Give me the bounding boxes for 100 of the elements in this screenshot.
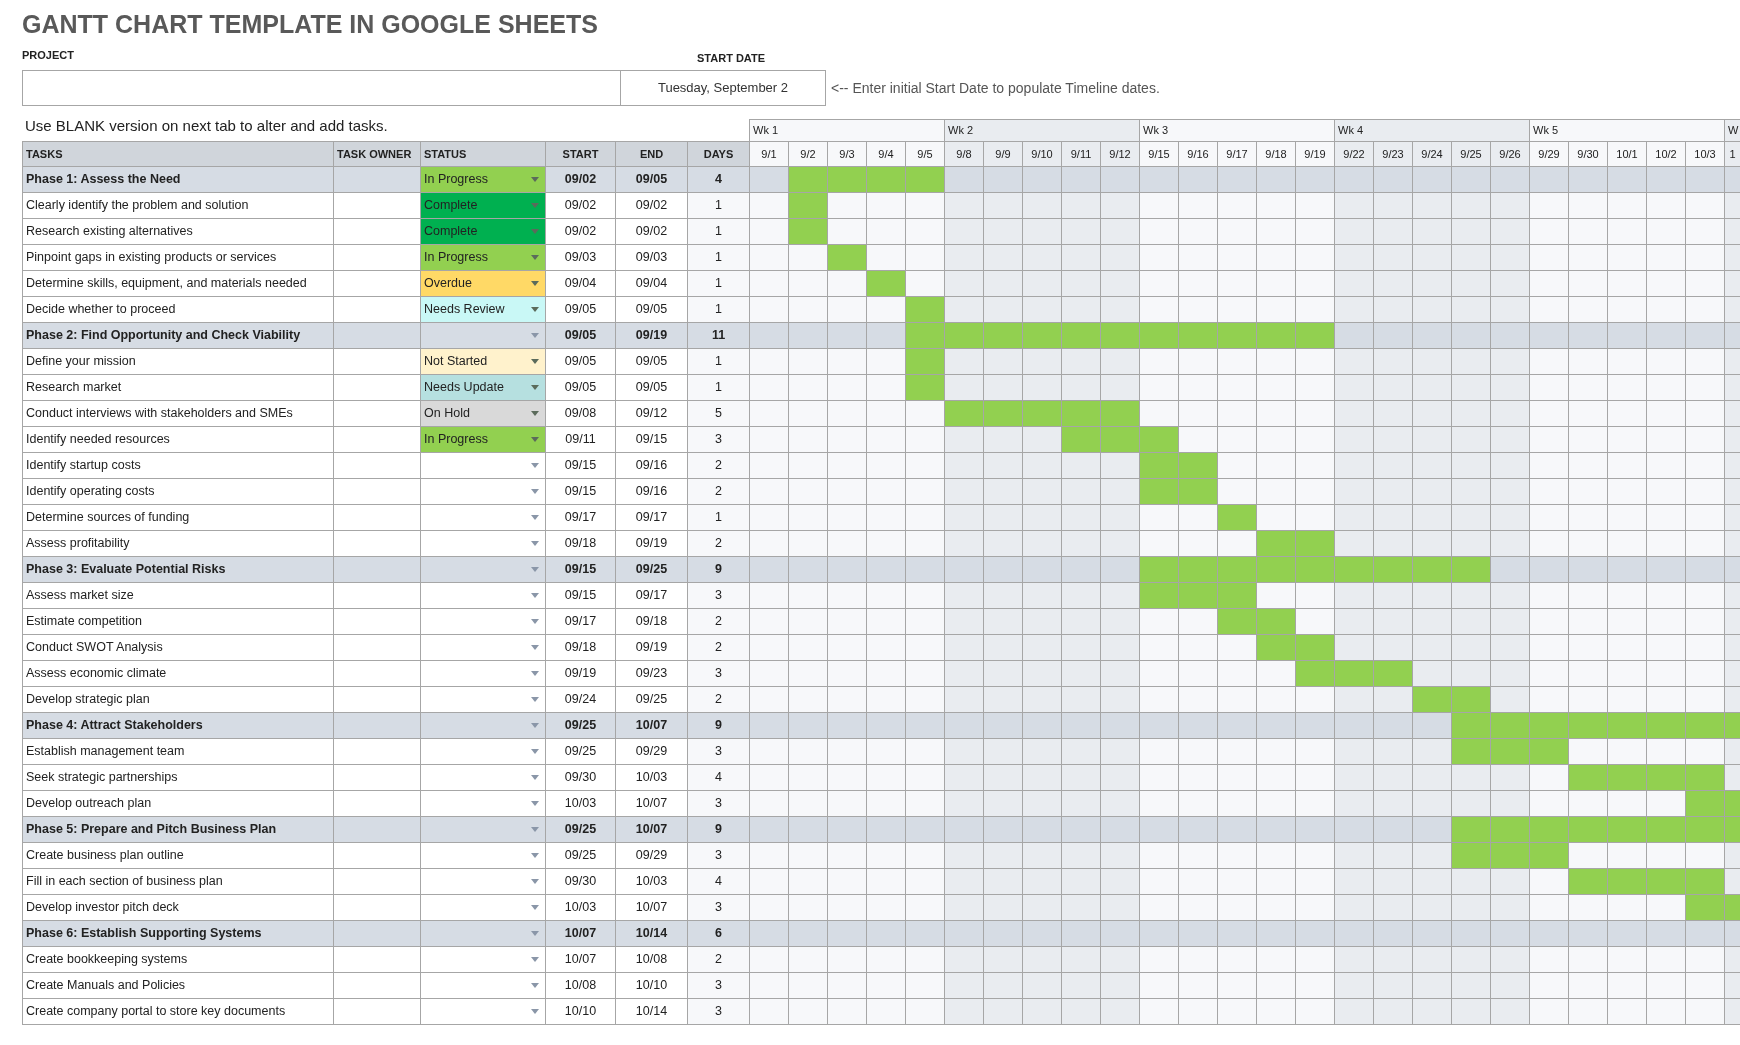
date-header: 9/22: [1334, 142, 1373, 167]
caret-icon: [531, 697, 539, 702]
caret-icon: [531, 255, 539, 260]
caret-icon: [531, 983, 539, 988]
status-dropdown[interactable]: [420, 323, 545, 349]
status-dropdown[interactable]: [420, 453, 545, 479]
status-dropdown[interactable]: In Progress: [420, 427, 545, 453]
days-cell: 3: [687, 739, 749, 765]
task-cell: Phase 5: Prepare and Pitch Business Plan: [22, 817, 333, 843]
status-dropdown[interactable]: [420, 869, 545, 895]
days-cell: 9: [687, 713, 749, 739]
status-dropdown[interactable]: [420, 609, 545, 635]
task-cell: Phase 6: Establish Supporting Systems: [22, 921, 333, 947]
days-cell: 1: [687, 193, 749, 219]
date-header: 9/2: [788, 142, 827, 167]
task-cell: Research market: [22, 375, 333, 401]
status-dropdown[interactable]: [420, 843, 545, 869]
task-cell: Conduct interviews with stakeholders and SMEs: [22, 401, 333, 427]
start-cell: 09/05: [545, 323, 615, 349]
date-header: 9/1: [749, 142, 788, 167]
end-cell: 10/07: [615, 817, 687, 843]
start-cell: 09/15: [545, 583, 615, 609]
status-dropdown[interactable]: Complete: [420, 193, 545, 219]
status-dropdown[interactable]: [420, 817, 545, 843]
task-cell: Identify needed resources: [22, 427, 333, 453]
end-cell: 09/03: [615, 245, 687, 271]
status-dropdown[interactable]: [420, 661, 545, 687]
caret-icon: [531, 593, 539, 598]
date-header: 9/4: [866, 142, 905, 167]
status-dropdown[interactable]: [420, 505, 545, 531]
status-dropdown[interactable]: [420, 765, 545, 791]
task-cell: Phase 2: Find Opportunity and Check Viability: [22, 323, 333, 349]
week-header: Wk 2: [944, 119, 1139, 141]
task-cell: Pinpoint gaps in existing products or services: [22, 245, 333, 271]
start-date-field[interactable]: Tuesday, September 2: [620, 70, 826, 106]
status-dropdown[interactable]: On Hold: [420, 401, 545, 427]
start-cell: 09/30: [545, 869, 615, 895]
date-header: 9/26: [1490, 142, 1529, 167]
field-label: PROJECT: [22, 49, 74, 61]
start-cell: 09/30: [545, 765, 615, 791]
week-header: Wk 1: [749, 119, 944, 141]
end-cell: 10/03: [615, 869, 687, 895]
status-dropdown[interactable]: In Progress: [420, 245, 545, 271]
task-cell: Establish management team: [22, 739, 333, 765]
note-text: Use BLANK version on next tab to alter and add tasks.: [25, 117, 388, 135]
status-dropdown[interactable]: [420, 999, 545, 1025]
end-cell: 10/07: [615, 895, 687, 921]
end-cell: 10/08: [615, 947, 687, 973]
status-dropdown[interactable]: [420, 921, 545, 947]
status-dropdown[interactable]: Complete: [420, 219, 545, 245]
project-field[interactable]: [22, 70, 620, 106]
days-cell: 3: [687, 427, 749, 453]
caret-icon: [531, 203, 539, 208]
status-dropdown[interactable]: [420, 687, 545, 713]
status-dropdown[interactable]: Not Started: [420, 349, 545, 375]
start-cell: 09/15: [545, 479, 615, 505]
date-header: 9/29: [1529, 142, 1568, 167]
caret-icon: [531, 411, 539, 416]
status-dropdown[interactable]: [420, 479, 545, 505]
date-header: 9/30: [1568, 142, 1607, 167]
date-header: 9/19: [1295, 142, 1334, 167]
days-cell: 2: [687, 453, 749, 479]
start-cell: 09/11: [545, 427, 615, 453]
caret-icon: [531, 723, 539, 728]
status-dropdown[interactable]: Needs Review: [420, 297, 545, 323]
task-cell: Identify startup costs: [22, 453, 333, 479]
status-dropdown[interactable]: Overdue: [420, 271, 545, 297]
status-dropdown[interactable]: [420, 947, 545, 973]
status-dropdown[interactable]: [420, 973, 545, 999]
status-dropdown[interactable]: In Progress: [420, 167, 545, 193]
start-cell: 09/15: [545, 453, 615, 479]
status-dropdown[interactable]: [420, 583, 545, 609]
days-cell: 1: [687, 505, 749, 531]
caret-icon: [531, 359, 539, 364]
status-dropdown[interactable]: [420, 557, 545, 583]
caret-icon: [531, 567, 539, 572]
status-dropdown[interactable]: [420, 713, 545, 739]
start-cell: 10/03: [545, 895, 615, 921]
start-cell: 09/05: [545, 375, 615, 401]
status-dropdown[interactable]: [420, 531, 545, 557]
status-dropdown[interactable]: Needs Update: [420, 375, 545, 401]
status-dropdown[interactable]: [420, 635, 545, 661]
date-header: 10/2: [1646, 142, 1685, 167]
start-cell: 09/18: [545, 635, 615, 661]
days-cell: 1: [687, 245, 749, 271]
start-cell: 09/24: [545, 687, 615, 713]
status-dropdown[interactable]: [420, 739, 545, 765]
days-cell: 9: [687, 557, 749, 583]
end-cell: 09/05: [615, 167, 687, 193]
task-cell: Determine skills, equipment, and materials needed: [22, 271, 333, 297]
status-dropdown[interactable]: [420, 791, 545, 817]
end-cell: 09/05: [615, 349, 687, 375]
end-cell: 10/10: [615, 973, 687, 999]
task-cell: Fill in each section of business plan: [22, 869, 333, 895]
date-header: 10/1: [1607, 142, 1646, 167]
end-cell: 09/29: [615, 843, 687, 869]
date-header: 9/16: [1178, 142, 1217, 167]
status-dropdown[interactable]: [420, 895, 545, 921]
days-cell: 1: [687, 349, 749, 375]
task-cell: Conduct SWOT Analysis: [22, 635, 333, 661]
